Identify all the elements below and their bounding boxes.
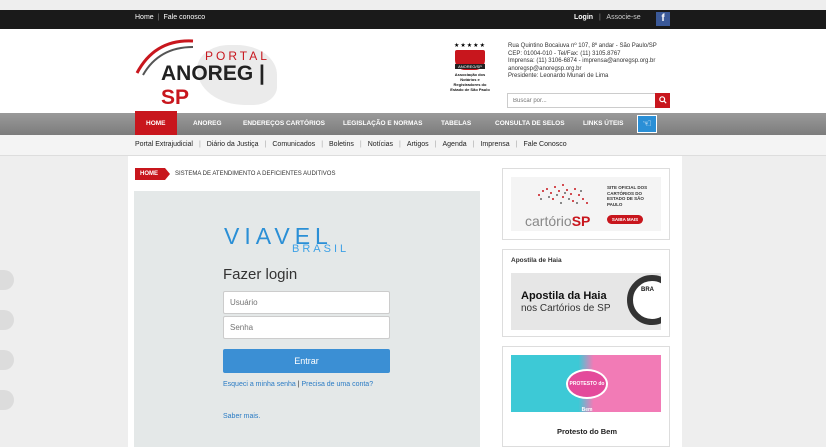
seal-badge: ANOREG/SP (455, 50, 485, 70)
protesto-banner: PROTESTO do Bem (511, 355, 661, 412)
nav-item-selos[interactable]: CONSULTA DE SELOS (495, 113, 565, 135)
decorative-edge (0, 270, 14, 447)
login-link[interactable]: Login (574, 14, 593, 21)
anoreg-logo[interactable]: PORTAL ANOREG | SP (135, 37, 295, 109)
protesto-card[interactable]: PROTESTO do Bem Protesto do Bem (502, 346, 670, 447)
decorative-shape (0, 270, 14, 290)
separator: | (321, 141, 324, 148)
separator: | (515, 141, 518, 148)
login-links: Esqueci a minha senha | Precisa de uma c… (223, 380, 383, 389)
learn-more-link[interactable]: Saber mais. (223, 413, 260, 420)
separator: | (399, 141, 401, 148)
facebook-icon[interactable]: f (656, 12, 670, 26)
seal-badge-label: ANOREG/SP (455, 64, 485, 69)
nav-item-enderecos[interactable]: ENDEREÇOS CARTÓRIOS (243, 113, 325, 135)
site-header: PORTAL ANOREG | SP ★★★★★ ANOREG/SP Assoc… (0, 29, 826, 113)
search-box (507, 93, 670, 108)
apostila-card[interactable]: Apostila de Haia Apostila da Haia nos Ca… (502, 249, 670, 337)
separator: | (472, 141, 475, 148)
apostila-banner: Apostila da Haia nos Cartórios de SP BRA (511, 273, 661, 330)
cartorio-sp-banner: cartórioSP SITE OFICIAL DOS CARTÓRIOS DO… (511, 177, 661, 231)
address-line: Imprensa: (11) 3106-6874 - imprensa@anor… (508, 58, 656, 64)
sp-map-dots-icon (538, 184, 588, 204)
nav-item-tabelas[interactable]: TABELAS (441, 113, 471, 135)
apostila-title: Apostila de Haia (511, 257, 562, 264)
login-title: Fazer login (223, 266, 298, 283)
login-panel: VIAVEL BRASIL Fazer login Entrar Esqueci… (134, 191, 480, 447)
separator: | (157, 14, 160, 21)
protesto-badge-icon: PROTESTO do Bem (566, 369, 608, 412)
password-field[interactable] (223, 316, 390, 339)
search-input[interactable] (508, 94, 654, 107)
decorative-shape (0, 310, 14, 330)
signup-link[interactable]: Associe-se (606, 14, 640, 21)
logo-portal-text: PORTAL (205, 49, 270, 63)
separator: | (198, 141, 201, 148)
address-line: CEP: 01004-010 - Tel/Fax: (11) 3105.8767 (508, 50, 621, 57)
cartorio-word: cartório (525, 213, 572, 229)
separator: | (359, 141, 362, 148)
decorative-shape (0, 350, 14, 370)
seal-stars-icon: ★★★★★ (454, 43, 486, 49)
address-line: anoregsp@anoregsp.org.br (508, 65, 582, 72)
logo-sp-text: SP (161, 86, 190, 109)
separator: | (434, 141, 437, 148)
address-block: Rua Quintino Bocaiuva nº 107, 8º andar -… (508, 43, 708, 81)
nav-item-legislacao[interactable]: LEGISLAÇÃO E NORMAS (343, 113, 422, 135)
cartorio-tagline: SITE OFICIAL DOS CARTÓRIOS DO ESTADO DE … (607, 185, 648, 207)
breadcrumb-current: SISTEMA DE ATENDIMENTO A DEFICIENTES AUD… (175, 171, 336, 177)
search-icon (658, 96, 667, 104)
cartorio-sp-word: SP (571, 213, 591, 229)
top-bar: Home | Fale conosco Login | Associe-se f (0, 10, 826, 29)
subnav-item-noticias[interactable]: Notícias (368, 141, 393, 148)
cartorio-sp-card[interactable]: cartórioSP SITE OFICIAL DOS CARTÓRIOS DO… (502, 168, 670, 240)
address-line: Rua Quintino Bocaiuva nº 107, 8º andar -… (508, 43, 657, 49)
secondary-nav-row: Portal Extrajudicial | Diário da Justiça | C… (135, 141, 567, 148)
protesto-title: Protesto do Bem (556, 427, 617, 436)
nav-item-anoreg[interactable]: ANOREG (193, 113, 222, 135)
create-account-link[interactable]: Precisa de uma conta? (302, 381, 374, 388)
cartorio-wordmark: cartórioSP (525, 213, 590, 229)
secondary-nav: Portal Extrajudicial | Diário da Justiça | C… (0, 135, 826, 156)
breadcrumb-home[interactable]: HOME (135, 168, 170, 180)
subnav-item-boletins[interactable]: Boletins (329, 141, 354, 148)
account-links: Login | Associe-se (574, 14, 641, 21)
subnav-item-comunicados[interactable]: Comunicados (272, 141, 315, 148)
subnav-item-diario[interactable]: Diário da Justiça (207, 141, 259, 148)
top-home-link[interactable]: Home (135, 14, 154, 21)
separator: | (264, 141, 267, 148)
subnav-item-fale-conosco[interactable]: Fale Conosco (523, 141, 566, 148)
logo-anoreg-text: ANOREG (161, 62, 254, 85)
subnav-item-artigos[interactable]: Artigos (407, 141, 429, 148)
accessibility-icon[interactable]: ☜ (637, 115, 657, 133)
login-button[interactable]: Entrar (223, 349, 390, 373)
forgot-password-link[interactable]: Esqueci a minha senha (223, 381, 296, 388)
subnav-item-imprensa[interactable]: Imprensa (480, 141, 509, 148)
apostila-seal-icon: BRA (627, 275, 661, 325)
nav-item-links[interactable]: LINKS ÚTEIS (583, 113, 623, 135)
main-nav: HOME ANOREG ENDEREÇOS CARTÓRIOS LEGISLAÇ… (0, 111, 826, 137)
apostila-banner-line2: nos Cartórios de SP (521, 303, 611, 314)
logo-name: ANOREG | SP (161, 62, 265, 109)
association-seal: ★★★★★ ANOREG/SP Associação dos Notários … (449, 42, 491, 102)
top-links: Home | Fale conosco (135, 14, 205, 21)
search-button[interactable] (655, 93, 670, 108)
nav-item-home[interactable]: HOME (135, 111, 177, 137)
subnav-item-extrajudicial[interactable]: Portal Extrajudicial (135, 141, 193, 148)
decorative-shape (0, 390, 14, 410)
viavel-logo: VIAVEL BRASIL (224, 223, 364, 257)
address-line: Presidente: Leonardo Munari de Lima (508, 73, 609, 79)
saiba-mais-button[interactable]: SAIBA MAIS (607, 215, 643, 224)
username-field[interactable] (223, 291, 390, 314)
seal-caption: Associação dos Notários e Registradores … (450, 72, 490, 92)
separator: | (599, 14, 601, 21)
subnav-item-agenda[interactable]: Agenda (443, 141, 467, 148)
top-contact-link[interactable]: Fale conosco (164, 14, 206, 21)
apostila-banner-line1: Apostila da Haia (521, 290, 607, 302)
brand-sub-text: BRASIL (292, 243, 350, 255)
apostila-seal-text: BRA (641, 287, 654, 293)
